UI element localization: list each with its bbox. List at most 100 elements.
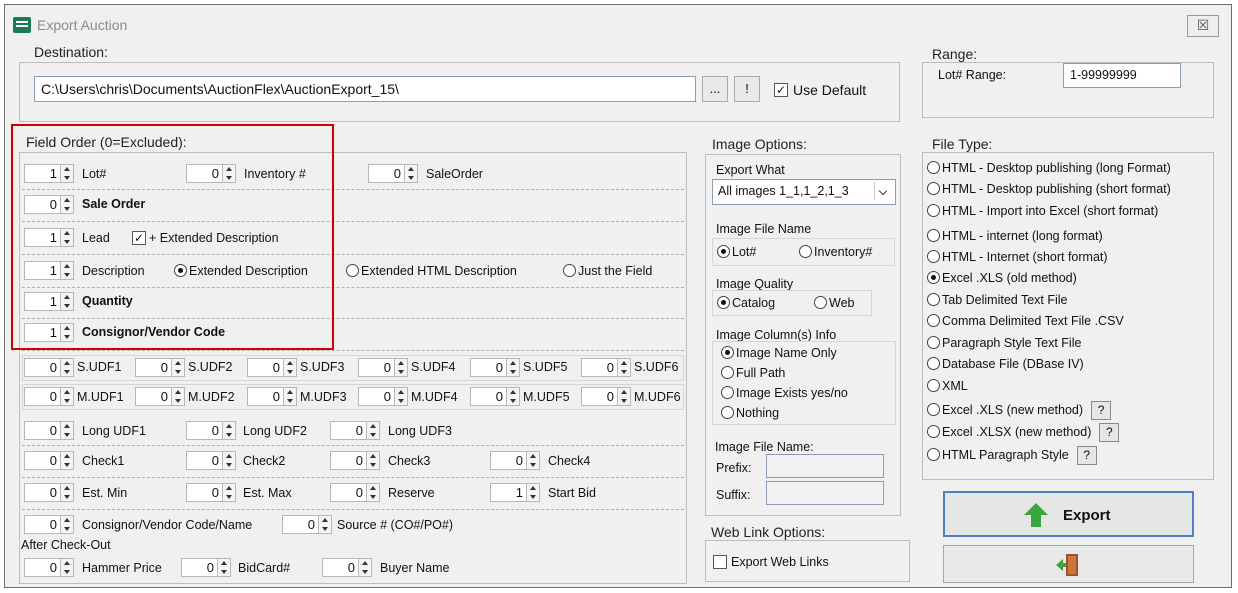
spinner-arrows-icon[interactable] [60, 483, 74, 502]
mudf3-spinner[interactable]: 0 [247, 387, 297, 406]
spinner-arrows-icon[interactable] [283, 358, 297, 377]
consignor-name-spinner[interactable]: 0 [24, 515, 74, 534]
file-type-option[interactable]: Excel .XLS (new method)? [927, 401, 1112, 420]
hammer-price-spinner[interactable]: 0 [24, 558, 74, 577]
open-folder-button[interactable]: ! [734, 76, 760, 102]
est-value[interactable]: 0 [186, 483, 222, 502]
est-value[interactable]: 0 [330, 483, 366, 502]
prefix-input[interactable] [766, 454, 884, 478]
sudf5-spinner[interactable]: 0 [470, 358, 520, 377]
est-max-spinner[interactable]: 0 [186, 483, 236, 502]
file-type-option[interactable]: HTML - Import into Excel (short format) [927, 204, 1158, 218]
spinner-arrows-icon[interactable] [171, 358, 185, 377]
saleorder-spinner[interactable]: 0 [368, 164, 418, 183]
radio-selected-icon[interactable] [717, 245, 730, 258]
quality-web-radio[interactable]: Web [814, 296, 854, 310]
spinner-arrows-icon[interactable] [222, 483, 236, 502]
saleorder-value[interactable]: 0 [368, 164, 404, 183]
buyer-name-spinner[interactable]: 0 [322, 558, 372, 577]
spinner-arrows-icon[interactable] [506, 358, 520, 377]
sudf4-spinner[interactable]: 0 [358, 358, 408, 377]
mudf-value[interactable]: 0 [358, 387, 394, 406]
full-path-radio[interactable]: Full Path [721, 366, 785, 380]
mudf-value[interactable]: 0 [581, 387, 617, 406]
mudf4-spinner[interactable]: 0 [358, 387, 408, 406]
spinner-arrows-icon[interactable] [358, 558, 372, 577]
est-value[interactable]: 0 [24, 483, 60, 502]
file-type-option[interactable]: HTML - Desktop publishing (short format) [927, 182, 1171, 196]
mudf6-spinner[interactable]: 0 [581, 387, 631, 406]
file-type-option[interactable]: HTML - Internet (short format) [927, 250, 1108, 264]
hammer-value[interactable]: 0 [24, 558, 60, 577]
radio-icon[interactable] [927, 182, 940, 195]
sudf6-spinner[interactable]: 0 [581, 358, 631, 377]
just-the-field-radio[interactable]: Just the Field [563, 264, 652, 278]
spinner-arrows-icon[interactable] [394, 358, 408, 377]
file-type-option[interactable]: HTML - internet (long format) [927, 229, 1103, 243]
spinner-arrows-icon[interactable] [404, 164, 418, 183]
export-what-select[interactable]: All images 1_1,1_2,1_3 [712, 179, 896, 205]
check-value[interactable]: 0 [330, 451, 366, 470]
est-value[interactable]: 1 [490, 483, 526, 502]
radio-icon[interactable] [927, 424, 940, 438]
start-bid-spinner[interactable]: 1 [490, 483, 540, 502]
lot-range-input[interactable]: 1-99999999 [1063, 63, 1181, 88]
sudf1-spinner[interactable]: 0 [24, 358, 74, 377]
mudf2-spinner[interactable]: 0 [135, 387, 185, 406]
file-type-option[interactable]: Excel .XLSX (new method)? [927, 423, 1120, 442]
spinner-arrows-icon[interactable] [366, 451, 380, 470]
spinner-arrows-icon[interactable] [60, 558, 74, 577]
sudf-value[interactable]: 0 [358, 358, 394, 377]
radio-icon[interactable] [927, 229, 940, 242]
radio-icon[interactable] [927, 314, 940, 327]
file-type-option[interactable]: Paragraph Style Text File [927, 336, 1081, 350]
file-type-option[interactable]: Database File (DBase IV) [927, 357, 1084, 371]
long-udf1-spinner[interactable]: 0 [24, 421, 74, 440]
mudf-value[interactable]: 0 [247, 387, 283, 406]
spinner-arrows-icon[interactable] [222, 451, 236, 470]
spinner-arrows-icon[interactable] [526, 483, 540, 502]
sudf-value[interactable]: 0 [581, 358, 617, 377]
browse-button[interactable]: ... [702, 76, 728, 102]
spinner-arrows-icon[interactable] [366, 421, 380, 440]
spinner-arrows-icon[interactable] [222, 421, 236, 440]
spinner-arrows-icon[interactable] [217, 558, 231, 577]
radio-icon[interactable] [563, 264, 576, 277]
chevron-down-icon[interactable] [874, 182, 893, 200]
mudf-value[interactable]: 0 [470, 387, 506, 406]
use-default-checkbox[interactable]: ✓ [774, 83, 788, 97]
sudf-value[interactable]: 0 [247, 358, 283, 377]
check2-spinner[interactable]: 0 [186, 451, 236, 470]
radio-icon[interactable] [799, 245, 812, 258]
radio-icon[interactable] [346, 264, 359, 277]
check-value[interactable]: 0 [490, 451, 526, 470]
radio-icon[interactable] [927, 293, 940, 306]
quality-catalog-radio[interactable]: Catalog [717, 296, 775, 310]
check-value[interactable]: 0 [24, 451, 60, 470]
radio-icon[interactable] [721, 386, 734, 399]
file-name-lot-radio[interactable]: Lot# [717, 245, 756, 259]
long-udf-value[interactable]: 0 [24, 421, 60, 440]
export-button[interactable]: Export [943, 491, 1194, 537]
radio-icon[interactable] [927, 447, 940, 461]
spinner-arrows-icon[interactable] [60, 387, 74, 406]
radio-selected-icon[interactable] [721, 346, 734, 359]
reserve-spinner[interactable]: 0 [330, 483, 380, 502]
check1-spinner[interactable]: 0 [24, 451, 74, 470]
destination-path-input[interactable]: C:\Users\chris\Documents\AuctionFlex\Auc… [34, 76, 696, 102]
file-type-option[interactable]: XML [927, 379, 968, 393]
spinner-arrows-icon[interactable] [171, 387, 185, 406]
spinner-arrows-icon[interactable] [60, 515, 74, 534]
radio-icon[interactable] [927, 336, 940, 349]
spinner-arrows-icon[interactable] [617, 387, 631, 406]
spinner-arrows-icon[interactable] [526, 451, 540, 470]
image-exists-radio[interactable]: Image Exists yes/no [721, 386, 848, 400]
suffix-input[interactable] [766, 481, 884, 505]
mudf-value[interactable]: 0 [135, 387, 171, 406]
sudf2-spinner[interactable]: 0 [135, 358, 185, 377]
radio-icon[interactable] [721, 366, 734, 379]
export-web-links-checkbox[interactable] [713, 555, 727, 569]
est-min-spinner[interactable]: 0 [24, 483, 74, 502]
radio-icon[interactable] [814, 296, 827, 309]
check3-spinner[interactable]: 0 [330, 451, 380, 470]
